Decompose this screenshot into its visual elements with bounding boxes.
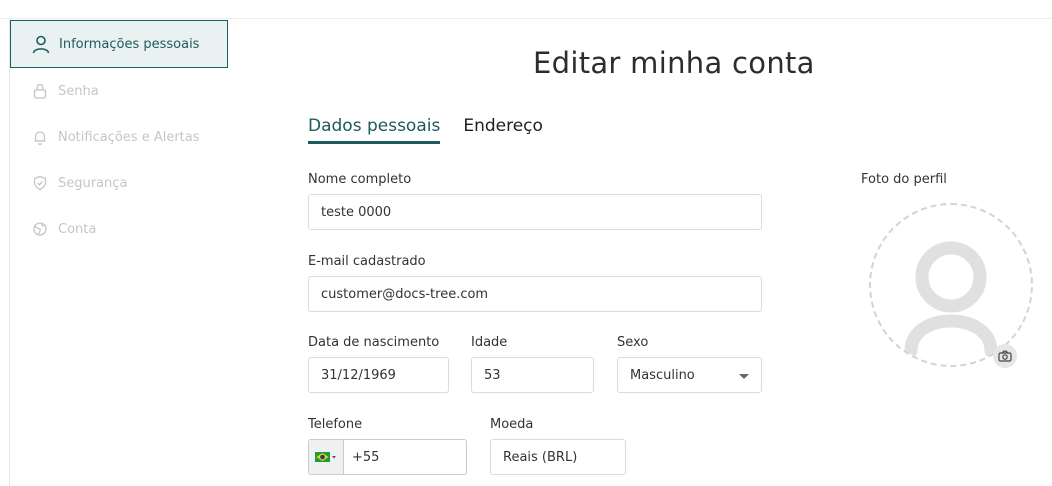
tab-bar: Dados pessoais Endereço xyxy=(308,116,566,144)
full-name-input[interactable]: teste 0000 xyxy=(308,194,762,230)
settings-sidebar: Informações pessoais Senha Notificações … xyxy=(10,20,228,252)
profile-photo-label: Foto do perfil xyxy=(861,172,947,187)
sex-select[interactable]: Masculino xyxy=(617,357,762,393)
email-label: E-mail cadastrado xyxy=(308,254,426,269)
age-label: Idade xyxy=(471,335,508,350)
sidebar-item-label: Informações pessoais xyxy=(59,36,200,52)
currency-value: Reais (BRL) xyxy=(503,449,578,465)
top-bar xyxy=(0,0,1052,19)
user-icon xyxy=(31,34,51,54)
bell-icon xyxy=(30,127,50,147)
lock-icon xyxy=(30,81,50,101)
sidebar-item-informacoes-pessoais[interactable]: Informações pessoais xyxy=(10,20,228,68)
sidebar-item-conta[interactable]: Conta xyxy=(10,206,228,252)
birth-date-input[interactable]: 31/12/1969 xyxy=(308,357,449,393)
profile-photo[interactable] xyxy=(869,203,1033,367)
currency-label: Moeda xyxy=(490,417,534,432)
country-selector[interactable] xyxy=(309,440,344,474)
phone-input[interactable]: +55 xyxy=(308,439,467,475)
sidebar-item-notificacoes[interactable]: Notificações e Alertas xyxy=(10,114,228,160)
currency-input[interactable]: Reais (BRL) xyxy=(490,439,626,475)
email-value: customer@docs-tree.com xyxy=(321,286,489,302)
brazil-flag-icon xyxy=(315,448,337,467)
sidebar-item-label: Notificações e Alertas xyxy=(58,129,200,145)
full-name-label: Nome completo xyxy=(308,172,412,187)
full-name-value: teste 0000 xyxy=(321,204,392,220)
email-input[interactable]: customer@docs-tree.com xyxy=(308,276,762,312)
user-silhouette-icon xyxy=(904,241,998,358)
phone-label: Telefone xyxy=(308,417,363,432)
birth-date-label: Data de nascimento xyxy=(308,335,440,350)
birth-date-value: 31/12/1969 xyxy=(321,367,396,383)
sidebar-item-senha[interactable]: Senha xyxy=(10,68,228,114)
sidebar-item-seguranca[interactable]: Segurança xyxy=(10,160,228,206)
age-value: 53 xyxy=(484,367,501,383)
sidebar-item-label: Senha xyxy=(58,83,99,99)
page-title: Editar minha conta xyxy=(533,46,815,80)
sex-value: Masculino xyxy=(630,367,695,383)
sex-label: Sexo xyxy=(617,335,649,350)
tab-dados-pessoais[interactable]: Dados pessoais xyxy=(308,116,441,144)
camera-icon[interactable] xyxy=(993,344,1017,368)
sidebar-item-label: Conta xyxy=(58,221,97,237)
globe-icon xyxy=(30,219,50,239)
chevron-down-icon xyxy=(739,374,749,379)
sidebar-item-label: Segurança xyxy=(58,175,128,191)
shield-icon xyxy=(30,173,50,193)
tab-endereco[interactable]: Endereço xyxy=(463,116,543,144)
phone-value: +55 xyxy=(352,449,380,465)
age-input[interactable]: 53 xyxy=(471,357,594,393)
